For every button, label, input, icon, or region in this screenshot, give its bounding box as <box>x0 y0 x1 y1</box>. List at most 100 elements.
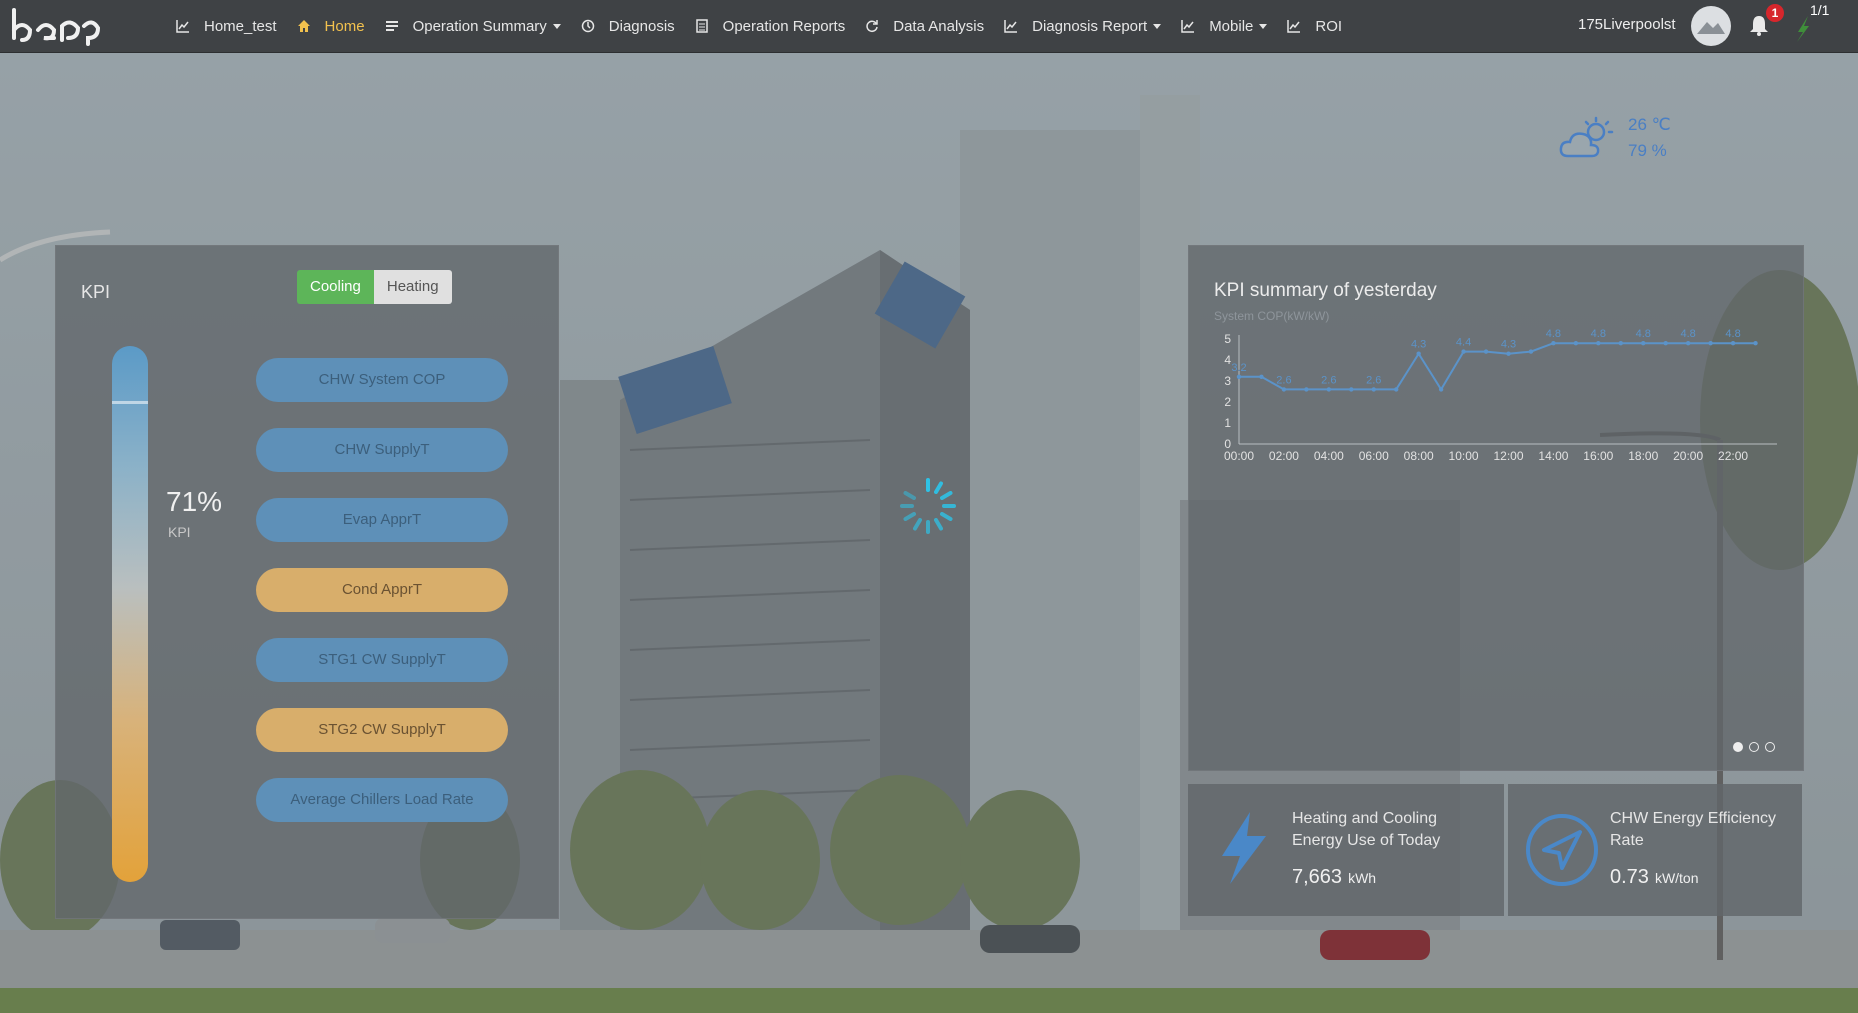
partly-cloudy-icon <box>1559 116 1614 158</box>
user-avatar[interactable] <box>1691 6 1731 46</box>
data-label: 4.3 <box>1411 339 1426 351</box>
y-tick-label: 4 <box>1224 353 1231 367</box>
caret-down-icon <box>1259 23 1268 29</box>
temperature-value: 26 ℃ <box>1628 115 1671 134</box>
carousel-dot[interactable] <box>1749 742 1759 752</box>
line-chart-icon <box>1181 19 1202 33</box>
x-tick-label: 20:00 <box>1673 449 1703 463</box>
caret-down-icon <box>552 23 561 29</box>
x-tick-label: 08:00 <box>1404 449 1434 463</box>
kpi-item-stg1-cw-supplyt[interactable]: STG1 CW SupplyT <box>256 638 508 682</box>
nav-item-home[interactable]: Home <box>287 0 375 52</box>
x-tick-label: 12:00 <box>1493 449 1523 463</box>
kpi-item-cond-apprt[interactable]: Cond ApprT <box>256 568 508 612</box>
efficiency-card-title-line1: CHW Energy Efficiency <box>1610 810 1776 827</box>
brand-logo[interactable] <box>10 6 102 46</box>
data-point <box>1618 341 1623 346</box>
kpi-item-evap-apprt[interactable]: Evap ApprT <box>256 498 508 542</box>
nav-item-label: Diagnosis Report <box>1032 17 1148 35</box>
data-point <box>1596 341 1601 346</box>
kpi-percent-value: 71% <box>166 486 223 517</box>
nav-item-roi[interactable]: ROI <box>1277 0 1352 52</box>
x-tick-label: 16:00 <box>1583 449 1613 463</box>
nav-item-label: Home_test <box>204 17 277 35</box>
nav-item-label: Mobile <box>1209 17 1254 35</box>
nav-item-label: Operation Summary <box>412 17 547 35</box>
carousel-dot[interactable] <box>1765 742 1775 752</box>
data-point <box>1483 349 1489 354</box>
data-point <box>1685 341 1691 346</box>
avatar-mountain-icon <box>1697 22 1725 34</box>
energy-card-title-line2: Energy Use of Today <box>1292 832 1441 849</box>
kpi-item-chw-system-cop[interactable]: CHW System COP <box>256 358 508 402</box>
y-tick-label: 2 <box>1224 395 1231 409</box>
y-tick-label: 5 <box>1224 332 1231 346</box>
nav-item-operation-reports[interactable]: Operation Reports <box>685 0 856 52</box>
data-point <box>1753 341 1758 346</box>
data-label: 4.8 <box>1636 328 1651 340</box>
home-icon <box>297 19 318 33</box>
nav-item-diagnosis-report[interactable]: Diagnosis Report <box>994 0 1171 52</box>
nav-item-diagnosis[interactable]: Diagnosis <box>571 0 685 52</box>
energy-use-card: Heating and Cooling Energy Use of Today … <box>1188 784 1504 916</box>
kpi-item-stg2-cw-supplyt[interactable]: STG2 CW SupplyT <box>256 708 508 752</box>
data-label: 4.3 <box>1501 339 1516 351</box>
kpi-item-average-chillers-load-rate[interactable]: Average Chillers Load Rate <box>256 778 508 822</box>
data-label: 2.6 <box>1321 374 1336 386</box>
carousel-dot[interactable] <box>1733 742 1743 752</box>
data-point <box>1259 374 1264 379</box>
mode-toggle: Cooling Heating <box>297 270 452 304</box>
data-point <box>1349 387 1354 392</box>
x-tick-label: 18:00 <box>1628 449 1658 463</box>
data-point <box>1394 387 1399 392</box>
x-tick-label: 06:00 <box>1359 449 1389 463</box>
main-nav: Home_test Home Operation Summary Diagnosis O… <box>166 0 1352 52</box>
list-icon <box>385 19 406 33</box>
notification-badge: 1 <box>1766 4 1784 22</box>
x-tick-label: 04:00 <box>1314 449 1344 463</box>
kpi-percent-label: KPI <box>168 524 191 540</box>
data-label: 3.2 <box>1231 362 1246 374</box>
data-label: 4.8 <box>1546 328 1561 340</box>
loading-spinner-icon <box>900 478 956 534</box>
efficiency-card-unit: kW/ton <box>1654 870 1699 886</box>
data-point <box>1730 341 1736 346</box>
kpi-gauge-bar <box>112 346 148 882</box>
data-label: 4.4 <box>1456 337 1471 349</box>
page-indicator: 1/1 <box>1810 2 1830 18</box>
nav-item-operation-summary[interactable]: Operation Summary <box>375 0 571 52</box>
y-tick-label: 1 <box>1224 416 1231 430</box>
kpi-panel: KPI Cooling Heating 71% KPI CHW System C… <box>55 245 559 919</box>
data-point <box>1506 351 1511 356</box>
kpi-item-chw-supplyt[interactable]: CHW SupplyT <box>256 428 508 472</box>
efficiency-card-value: 0.73 <box>1610 866 1649 888</box>
line-chart-icon <box>1287 19 1308 33</box>
bell-icon[interactable] <box>1749 14 1769 36</box>
x-tick-label: 10:00 <box>1449 449 1479 463</box>
data-point <box>1551 341 1556 346</box>
humidity-value: 79 % <box>1628 141 1667 160</box>
series-line <box>1239 342 1756 392</box>
data-point <box>1663 341 1668 346</box>
efficiency-card: CHW Energy Efficiency Rate 0.73 kW/ton <box>1508 784 1802 916</box>
data-point <box>1416 351 1421 356</box>
data-label: 2.6 <box>1276 374 1291 386</box>
nav-item-home-test[interactable]: Home_test <box>166 0 287 52</box>
line-chart-icon <box>176 19 197 33</box>
document-icon <box>695 19 716 33</box>
cooling-button[interactable]: Cooling <box>297 270 374 304</box>
nav-item-label: Operation Reports <box>722 17 846 35</box>
data-point <box>1641 341 1646 346</box>
energy-card-value: 7,663 <box>1292 866 1343 888</box>
lightning-icon <box>1222 812 1266 884</box>
nav-item-mobile[interactable]: Mobile <box>1171 0 1277 52</box>
nav-item-data-analysis[interactable]: Data Analysis <box>855 0 994 52</box>
kpi-gauge-marker <box>112 401 148 405</box>
heating-button[interactable]: Heating <box>373 270 452 304</box>
x-tick-label: 02:00 <box>1269 449 1299 463</box>
data-point <box>1304 387 1309 392</box>
line-chart-icon <box>1004 19 1025 33</box>
energy-card-title-line1: Heating and Cooling <box>1292 810 1437 827</box>
clock-icon <box>581 19 602 33</box>
user-name[interactable]: 175Liverpoolst <box>1578 16 1676 33</box>
